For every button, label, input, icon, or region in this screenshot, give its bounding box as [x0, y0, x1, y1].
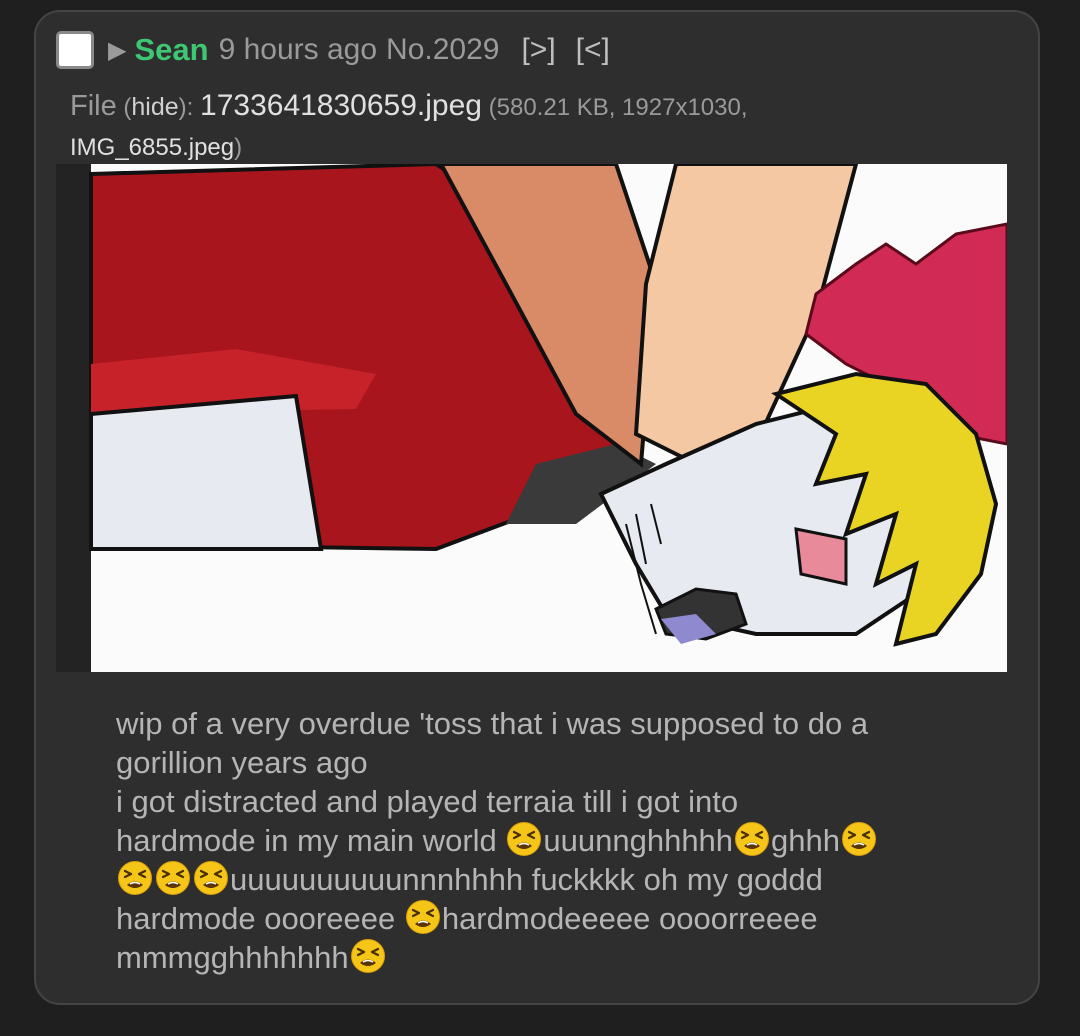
comment-line: hardmode oooreeee hardmodeeeee oooorreee…	[116, 899, 976, 938]
comment-text: uuunnghhhhh	[543, 823, 734, 858]
post-comment: wip of a very overdue 'toss that i was s…	[116, 704, 976, 977]
tired-face-icon	[405, 899, 441, 935]
comment-text: hardmodeeeee oooorreeee	[441, 901, 818, 936]
comment-line: wip of a very overdue 'toss that i was s…	[116, 706, 869, 741]
hide-image-link[interactable]: hide	[131, 93, 178, 121]
reply-post: ▶ Sean 9 hours ago No.2029 [>] [<] File …	[34, 10, 1040, 1005]
tired-face-icon	[193, 860, 229, 896]
hide-close-paren: ):	[178, 94, 194, 121]
file-details-close: )	[234, 134, 243, 161]
comment-text: mmmgghhhhhhh	[116, 940, 349, 975]
tired-face-icon	[841, 821, 877, 857]
poster-name: Sean	[134, 32, 209, 67]
comment-line: i got distracted and played terraia till…	[116, 784, 739, 819]
post-number[interactable]: No.2029	[386, 33, 499, 67]
file-name-link[interactable]: 1733641830659.jpeg	[200, 89, 482, 122]
file-label: File	[70, 90, 117, 122]
post-header: ▶ Sean 9 hours ago No.2029 [>] [<]	[56, 28, 610, 72]
post-image[interactable]	[56, 164, 1007, 672]
post-select-checkbox[interactable]	[56, 31, 94, 69]
comment-text: hardmode in my main world	[116, 823, 506, 858]
tired-face-icon	[506, 821, 542, 857]
comment-line: uuuuuuuuuunnnhhhh fuckkkk oh my goddd	[116, 860, 976, 899]
comment-line: mmmgghhhhhhh	[116, 938, 976, 977]
comment-text: hardmode oooreeee	[116, 901, 404, 936]
expand-arrow-icon[interactable]: ▶	[108, 36, 126, 65]
file-details: (580.21 KB, 1927x1030,	[488, 94, 748, 121]
next-post-link[interactable]: [>]	[521, 33, 555, 67]
comment-line: gorillion years ago	[116, 745, 368, 780]
image-left-strip	[56, 164, 91, 672]
comment-line: hardmode in my main world uuunnghhhhh ghh…	[116, 821, 976, 860]
tired-face-icon	[155, 860, 191, 896]
tired-face-icon	[350, 938, 386, 974]
post-time: 9 hours ago	[218, 33, 378, 66]
tired-face-icon	[734, 821, 770, 857]
file-info: File (hide): 1733641830659.jpeg (580.21 …	[70, 86, 860, 168]
original-file-name: IMG_6855.jpeg	[70, 134, 235, 161]
tired-face-icon	[117, 860, 153, 896]
previous-post-link[interactable]: [<]	[576, 33, 610, 67]
comment-text: ghhh	[771, 823, 841, 858]
comment-text: uuuuuuuuuunnnhhhh fuckkkk oh my goddd	[230, 862, 823, 897]
